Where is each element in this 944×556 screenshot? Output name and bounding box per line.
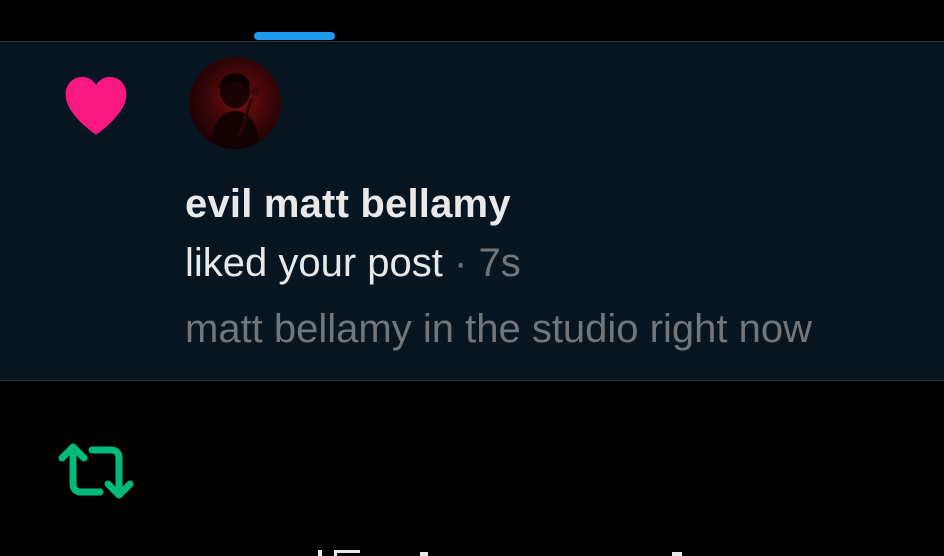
- notification-item-like[interactable]: evil matt bellamy liked your post · 7s m…: [0, 41, 944, 381]
- notification-timestamp: 7s: [478, 241, 521, 285]
- notifications-screen: evil matt bellamy liked your post · 7s m…: [0, 0, 944, 556]
- notification-action-text: liked your post: [185, 241, 443, 285]
- next-notification-text-glimpse: [318, 550, 682, 556]
- notification-item-retweet[interactable]: [0, 382, 944, 556]
- post-preview-text[interactable]: matt bellamy in the studio right now: [185, 307, 812, 352]
- notification-action-line: liked your post · 7s: [185, 241, 521, 286]
- retweet-icon: [58, 443, 134, 499]
- active-tab-indicator: [254, 32, 335, 40]
- user-avatar[interactable]: [189, 57, 281, 149]
- heart-icon: [65, 76, 127, 135]
- meta-separator: ·: [454, 241, 468, 285]
- notification-user-name[interactable]: evil matt bellamy: [185, 182, 511, 227]
